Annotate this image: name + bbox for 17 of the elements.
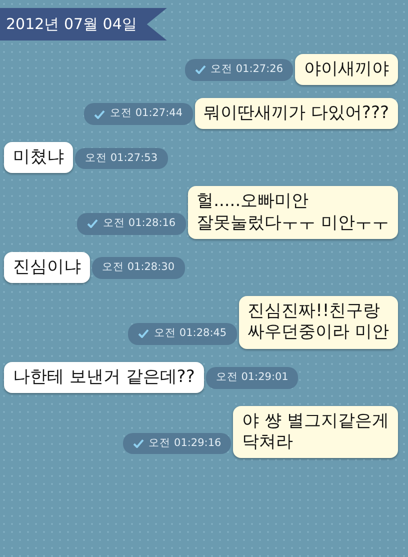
message-bubble: 뭐이딴새끼가 다있어???: [194, 98, 398, 129]
message-bubble: 야이새끼야: [295, 54, 398, 85]
message-time: 오전 01:29:01: [216, 370, 288, 385]
message-bubble: 진심이냐: [4, 252, 90, 283]
message-time: 오전 01:28:45: [154, 326, 227, 341]
message-time: 오전 01:27:44: [110, 106, 183, 122]
message-bubble: 야 썅 별그지같은게 닥쳐라: [233, 406, 398, 458]
message-bubble: 나한테 보낸거 같은데??: [4, 362, 204, 393]
date-banner: 2012년 07월 04일: [0, 8, 167, 40]
message-time: 오전 01:27:53: [85, 150, 158, 166]
message-bubble: 미쳤냐: [4, 142, 73, 174]
message-bubble: 진심진짜!!친구랑 싸우던중이라 미안: [238, 296, 398, 348]
message-bubble: 헐.....오빠미안 잘못눌렀다ㅜㅜ 미안ㅜㅜ: [188, 186, 398, 239]
message-time: 오전 01:28:16: [103, 216, 176, 231]
message-time: 오전 01:29:16: [148, 436, 222, 450]
message-time: 오전 01:27:26: [210, 62, 283, 77]
message-time: 오전 01:28:30: [102, 260, 174, 276]
